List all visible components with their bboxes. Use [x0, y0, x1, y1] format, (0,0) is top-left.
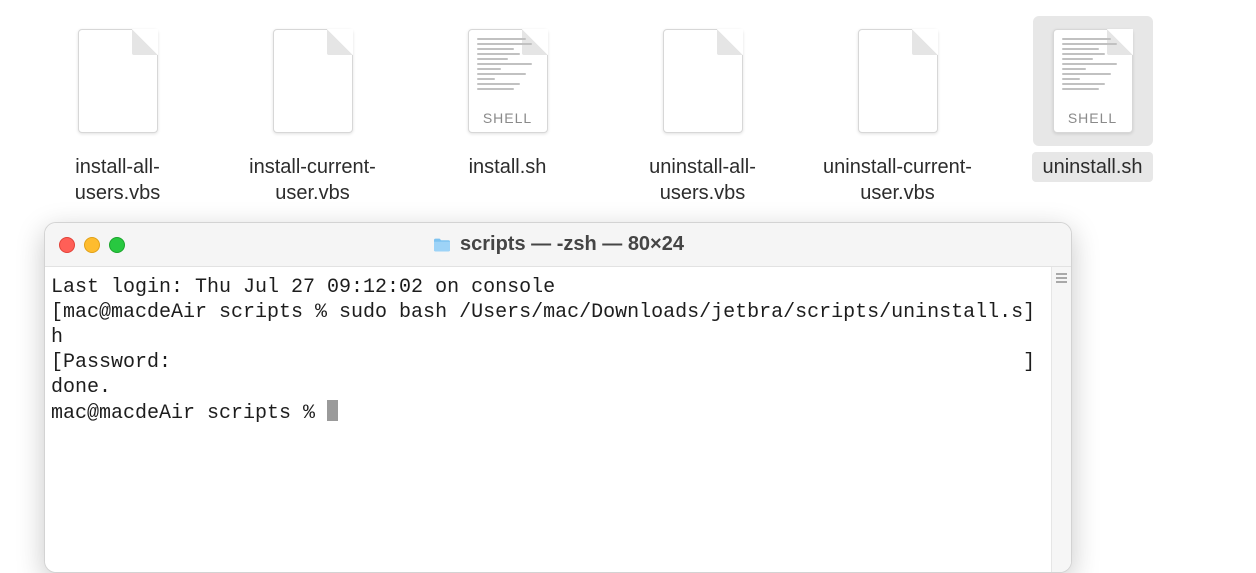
window-title-text: scripts — -zsh — 80×24 — [460, 233, 684, 256]
terminal-prompt: mac@macdeAir scripts % — [51, 402, 327, 425]
file-label: uninstall-current-user.vbs — [808, 152, 988, 208]
file-label: install-current-user.vbs — [223, 152, 403, 208]
cursor-icon — [327, 400, 338, 421]
file-label: install-all-users.vbs — [28, 152, 208, 208]
terminal-line: [Password: ] — [51, 351, 1035, 374]
document-icon — [858, 29, 938, 133]
window-title: scripts — -zsh — 80×24 — [45, 233, 1071, 256]
document-icon — [663, 29, 743, 133]
terminal-titlebar[interactable]: scripts — -zsh — 80×24 — [45, 223, 1071, 267]
scrollbar[interactable] — [1051, 267, 1071, 572]
maximize-icon[interactable] — [109, 237, 125, 253]
file-item[interactable]: uninstall-all-users.vbs — [605, 10, 800, 208]
file-icon — [253, 16, 373, 146]
terminal-line: Last login: Thu Jul 27 09:12:02 on conso… — [51, 276, 555, 299]
file-item[interactable]: install-current-user.vbs — [215, 10, 410, 208]
file-label: install.sh — [459, 152, 557, 182]
shell-script-icon: SHELL — [468, 29, 548, 133]
desktop-file-grid: install-all-users.vbs install-current-us… — [0, 0, 1256, 208]
file-label: uninstall-all-users.vbs — [613, 152, 793, 208]
minimize-icon[interactable] — [84, 237, 100, 253]
document-icon — [78, 29, 158, 133]
file-item[interactable]: install-all-users.vbs — [20, 10, 215, 208]
file-icon — [643, 16, 763, 146]
file-icon — [58, 16, 178, 146]
file-item[interactable]: uninstall-current-user.vbs — [800, 10, 995, 208]
document-icon — [273, 29, 353, 133]
shell-badge: SHELL — [469, 110, 547, 126]
terminal-line: done. — [51, 376, 111, 399]
file-icon: SHELL — [1033, 16, 1153, 146]
shell-script-icon: SHELL — [1053, 29, 1133, 133]
file-icon — [838, 16, 958, 146]
file-item[interactable]: SHELL install.sh — [410, 10, 605, 182]
traffic-lights — [59, 237, 125, 253]
terminal-line: h — [51, 326, 63, 349]
file-icon: SHELL — [448, 16, 568, 146]
shell-badge: SHELL — [1054, 110, 1132, 126]
file-item[interactable]: SHELL uninstall.sh — [995, 10, 1190, 182]
folder-icon — [432, 237, 452, 253]
terminal-body-wrap: Last login: Thu Jul 27 09:12:02 on conso… — [45, 267, 1071, 572]
terminal-output[interactable]: Last login: Thu Jul 27 09:12:02 on conso… — [45, 267, 1051, 572]
file-label: uninstall.sh — [1032, 152, 1152, 182]
terminal-line: [mac@macdeAir scripts % sudo bash /Users… — [51, 301, 1035, 324]
terminal-window[interactable]: scripts — -zsh — 80×24 Last login: Thu J… — [44, 222, 1072, 573]
close-icon[interactable] — [59, 237, 75, 253]
